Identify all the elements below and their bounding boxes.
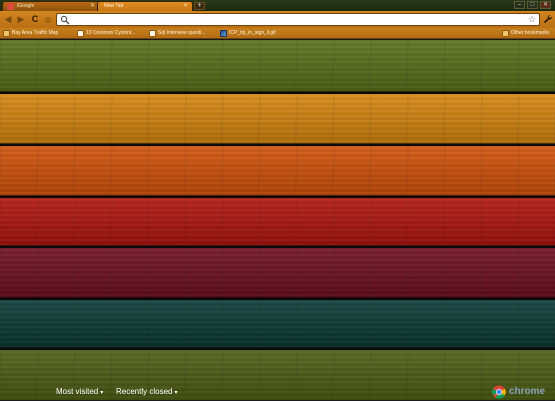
toolbar: ◀ ▶ C ⌂ ☆ (0, 11, 555, 28)
bookmark-icp-gif[interactable]: ICP_tip_in_sign_ll.gif (220, 29, 276, 38)
bookmark-sql-interview[interactable]: Sql Interview questi... (149, 29, 206, 38)
bookmark-bay-area-traffic-map[interactable]: Bay Area Traffic Map (3, 29, 58, 38)
close-tab-icon[interactable]: ✕ (183, 2, 188, 11)
chevron-down-icon: ▾ (100, 390, 104, 396)
image-icon (220, 30, 227, 37)
forward-button[interactable]: ▶ (16, 14, 26, 24)
close-window-button[interactable]: ✕ (540, 1, 551, 9)
bookmarks-bar: Bay Area Traffic Map 10 Common Cycloni..… (0, 28, 555, 39)
address-bar[interactable]: ☆ (56, 13, 540, 26)
back-button[interactable]: ◀ (3, 14, 13, 24)
theme-background (0, 40, 555, 400)
recently-closed-label: Recently closed (116, 387, 173, 396)
stripe-red (0, 198, 555, 246)
other-bookmarks-button[interactable]: Other bookmarks (502, 29, 549, 38)
reload-button[interactable]: C (30, 14, 40, 24)
folder-icon (502, 30, 509, 37)
tab-title: New Tab (104, 3, 124, 9)
most-visited-menu[interactable]: Most visited ▾ (56, 384, 103, 401)
bookmark-common-cycloni[interactable]: 10 Common Cycloni... (77, 29, 135, 38)
close-tab-icon[interactable]: ✕ (90, 2, 95, 11)
igoogle-favicon-icon (7, 3, 14, 10)
folder-icon (3, 30, 10, 37)
new-tab-footer: Most visited ▾ Recently closed ▾ chrome (0, 384, 555, 400)
tab-strip: iGoogle ✕ New Tab ✕ + – □ ✕ (0, 0, 555, 11)
bookmark-label: Bay Area Traffic Map (12, 30, 59, 36)
maximize-button[interactable]: □ (527, 1, 538, 9)
stripe-orange (0, 94, 555, 144)
stripe-green (0, 40, 555, 92)
stripe-crimson (0, 248, 555, 298)
stripe-teal (0, 300, 555, 348)
recently-closed-menu[interactable]: Recently closed ▾ (116, 384, 178, 401)
search-icon (60, 15, 70, 25)
wrench-menu-icon[interactable] (543, 14, 553, 24)
page-icon (77, 30, 84, 37)
tab-title: iGoogle (17, 3, 35, 9)
chrome-logo-icon (492, 385, 506, 399)
stripe-dark-orange (0, 146, 555, 196)
bookmark-label: 10 Common Cycloni... (86, 30, 136, 36)
bookmark-label: Sql Interview questi... (158, 30, 206, 36)
other-bookmarks-label: Other bookmarks (511, 30, 550, 36)
home-button[interactable]: ⌂ (43, 14, 53, 24)
bookmark-star-icon[interactable]: ☆ (528, 14, 536, 25)
tab-new-tab[interactable]: New Tab ✕ (97, 1, 193, 11)
new-tab-button[interactable]: + (194, 2, 205, 10)
chrome-wordmark: chrome (509, 386, 546, 397)
page-icon (149, 30, 156, 37)
address-input[interactable] (71, 15, 526, 25)
most-visited-label: Most visited (56, 387, 99, 396)
tab-igoogle[interactable]: iGoogle ✕ (2, 1, 100, 11)
bookmark-label: ICP_tip_in_sign_ll.gif (229, 30, 276, 36)
minimize-button[interactable]: – (514, 1, 525, 9)
chevron-down-icon: ▾ (174, 390, 178, 396)
